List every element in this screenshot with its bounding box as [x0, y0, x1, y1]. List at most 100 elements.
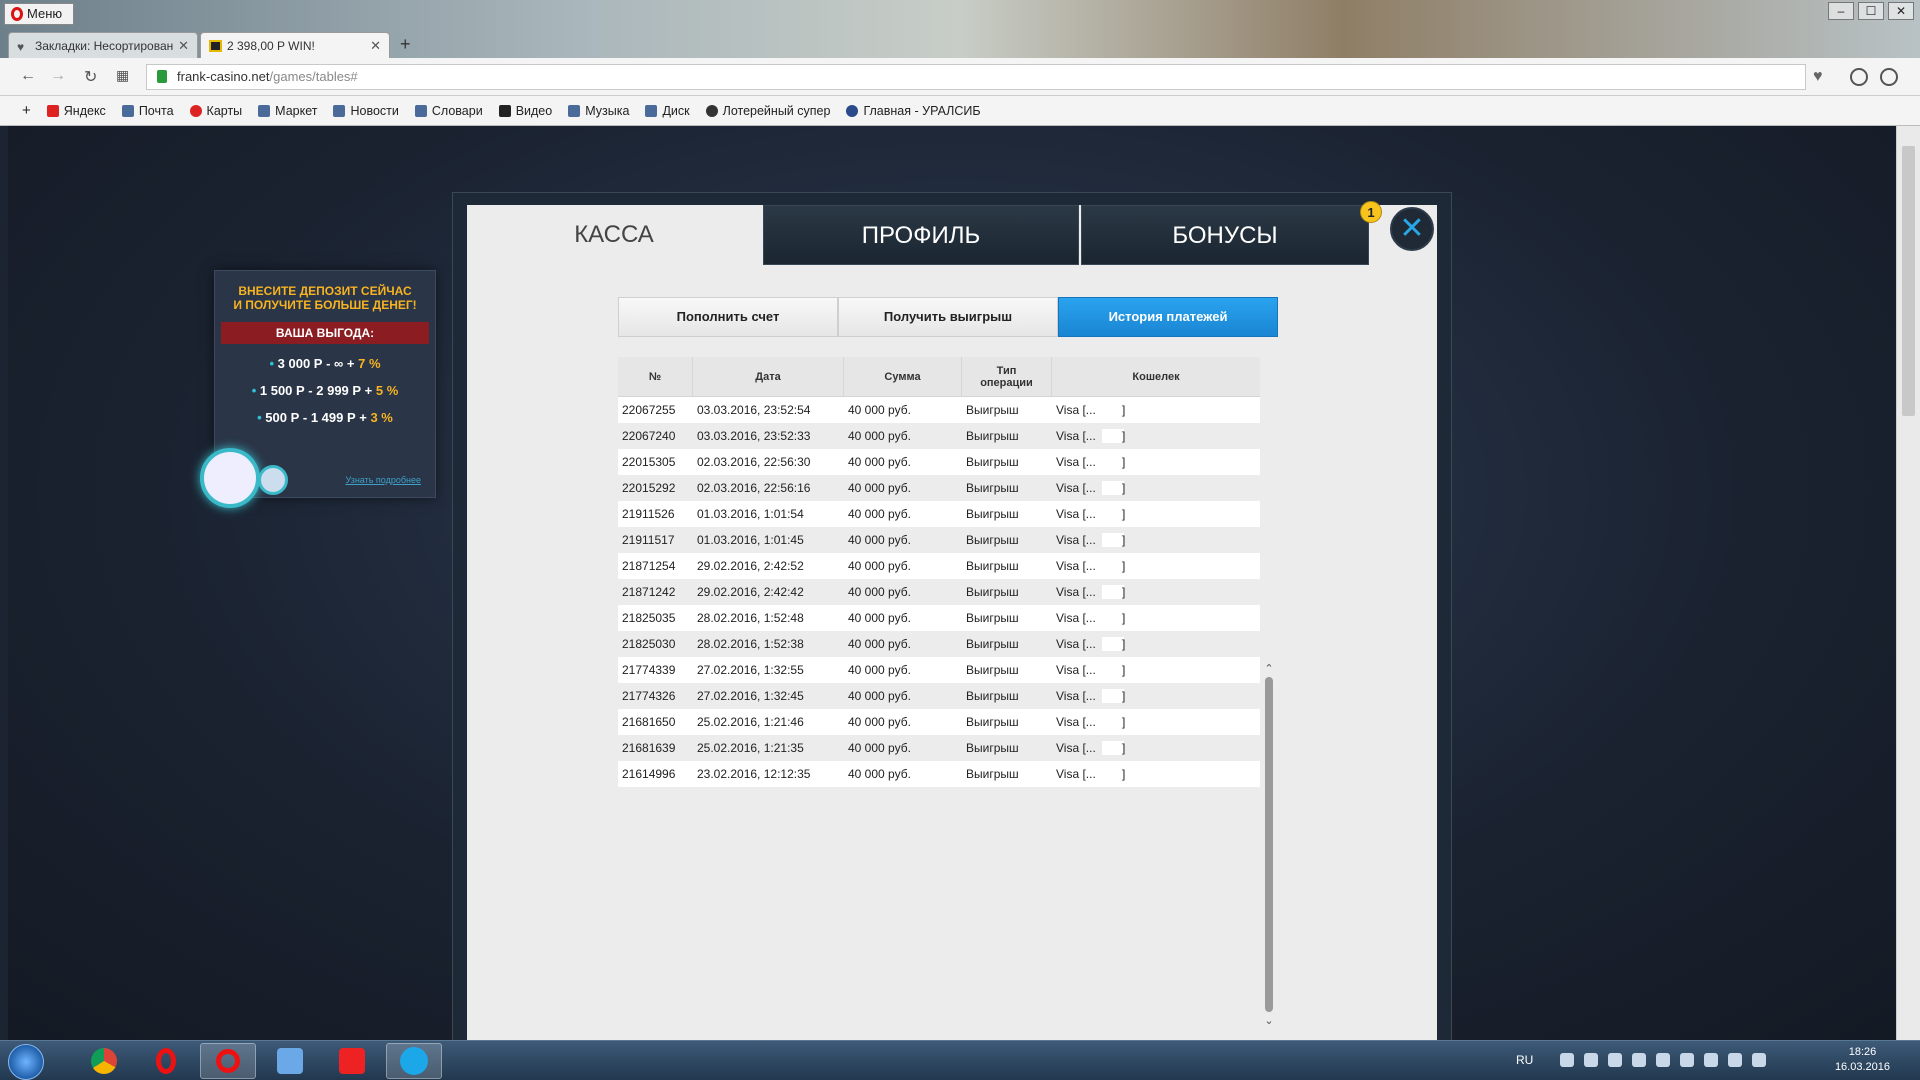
wallet-bracket: ] [1122, 507, 1126, 521]
download-icon[interactable] [1850, 68, 1868, 86]
cell-type: Выигрыш [962, 741, 1052, 755]
cell-number-text: 21871254 [622, 559, 676, 573]
start-button[interactable] [8, 1044, 44, 1080]
add-bookmark-icon[interactable]: + [22, 102, 31, 119]
browser-tab-casino[interactable]: 2 398,00 P WIN! ✕ [200, 32, 390, 58]
tray-app-icon[interactable] [1608, 1053, 1622, 1067]
cell-number-text: 22067240 [622, 429, 676, 443]
cell-number: 22067240 [618, 429, 693, 443]
video-icon [498, 104, 511, 117]
cell-date: 01.03.2016, 1:01:45 [693, 533, 844, 547]
tab-bonuses[interactable]: БОНУСЫ [1081, 205, 1369, 265]
opera-taskbar-icon[interactable] [138, 1043, 194, 1079]
tab-kassa[interactable]: КАССА [467, 205, 761, 265]
cell-date: 25.02.2016, 1:21:46 [693, 715, 844, 729]
page-scrollbar-thumb[interactable] [1902, 146, 1915, 416]
tray-app-icon[interactable] [1704, 1053, 1718, 1067]
bookmark-item[interactable]: Новости [333, 104, 399, 118]
speed-dial-grid-icon[interactable]: ▦ [116, 67, 129, 84]
cell-number-text: 21825030 [622, 637, 676, 651]
yandex-taskbar-icon[interactable] [324, 1043, 380, 1079]
bonus-count-badge: 1 [1360, 201, 1382, 223]
column-header-amount: Сумма [844, 357, 962, 396]
cell-wallet: Visa [...] [1052, 585, 1260, 599]
language-indicator[interactable]: RU [1516, 1053, 1533, 1067]
cell-amount-text: 40 000 руб. [848, 689, 911, 703]
payment-history-subtab[interactable]: История платежей [1058, 297, 1278, 337]
news-icon [333, 104, 346, 117]
tray-app-icon[interactable] [1680, 1053, 1694, 1067]
cell-type: Выигрыш [962, 611, 1052, 625]
bookmark-item[interactable]: Видео [498, 104, 552, 118]
back-arrow-icon[interactable]: ← [20, 67, 36, 85]
scroll-up-icon[interactable]: ⌃ [1263, 662, 1275, 675]
cell-wallet: Visa [...] [1052, 559, 1260, 573]
heart-bookmark-icon[interactable]: ♥ [1813, 68, 1831, 86]
browser-tab-bookmarks[interactable]: ♥ Закладки: Несортирован ✕ [8, 32, 198, 58]
network-icon[interactable] [1728, 1053, 1742, 1067]
tray-app-icon[interactable] [1632, 1053, 1646, 1067]
table-row: 21681650 25.02.2016, 1:21:46 40 000 руб. Вы… [618, 709, 1260, 735]
bookmark-item[interactable]: Музыка [568, 104, 629, 118]
browser-menu-button[interactable]: Меню [4, 3, 74, 25]
cell-amount-text: 40 000 руб. [848, 767, 911, 781]
tray-clock[interactable]: 18:26 16.03.2016 [1835, 1045, 1890, 1075]
redaction-block [1102, 637, 1124, 651]
cell-wallet: Visa [...] [1052, 403, 1260, 417]
cell-type-text: Выигрыш [966, 767, 1019, 781]
cell-amount: 40 000 руб. [844, 481, 962, 495]
bookmark-item[interactable]: Маркет [258, 104, 317, 118]
url-field[interactable]: frank-casino.net/games/tables# [146, 64, 1806, 90]
close-tab-icon[interactable]: ✕ [370, 38, 381, 54]
bookmark-item[interactable]: Почта [121, 104, 174, 118]
cell-type-text: Выигрыш [966, 533, 1019, 547]
bookmark-item[interactable]: Карты [189, 104, 242, 118]
reload-icon[interactable]: ↻ [84, 67, 97, 87]
tray-app-icon[interactable] [1656, 1053, 1670, 1067]
bookmark-item[interactable]: Диск [645, 104, 690, 118]
close-modal-button[interactable]: ✕ [1390, 207, 1434, 251]
maximize-button[interactable]: ☐ [1858, 2, 1884, 20]
market-icon [258, 104, 271, 117]
cell-wallet-text: Visa [... [1056, 585, 1096, 599]
minimize-button[interactable]: ‒ [1828, 2, 1854, 20]
opera-active-taskbar-icon[interactable] [200, 1043, 256, 1079]
bookmark-item[interactable]: Лотерейный супер [705, 104, 830, 118]
cell-date: 03.03.2016, 23:52:54 [693, 403, 844, 417]
cell-type-text: Выигрыш [966, 481, 1019, 495]
bookmark-item[interactable]: Словари [414, 104, 483, 118]
skype-taskbar-icon[interactable] [386, 1043, 442, 1079]
forward-arrow-icon[interactable]: → [50, 67, 66, 85]
deposit-subtab[interactable]: Пополнить счет [618, 297, 838, 337]
cell-wallet: Visa [...] [1052, 637, 1260, 651]
cell-amount-text: 40 000 руб. [848, 611, 911, 625]
tray-app-icon[interactable] [1560, 1053, 1574, 1067]
page-scrollbar[interactable] [1896, 126, 1920, 1040]
bookmark-item[interactable]: Главная - УРАЛСИБ [846, 104, 981, 118]
chrome-taskbar-icon[interactable] [76, 1043, 132, 1079]
table-row: 21614996 23.02.2016, 12:12:35 40 000 руб. В… [618, 761, 1260, 787]
close-window-button[interactable]: ✕ [1888, 2, 1914, 20]
scroll-down-icon[interactable]: ⌄ [1263, 1014, 1275, 1027]
cell-date-text: 28.02.2016, 1:52:38 [697, 637, 804, 651]
table-scroll-thumb[interactable] [1265, 677, 1273, 1012]
account-icon[interactable] [1880, 68, 1898, 86]
new-tab-button[interactable]: + [400, 34, 411, 58]
redaction-block [1102, 767, 1124, 781]
withdraw-subtab[interactable]: Получить выигрыш [838, 297, 1058, 337]
wallet-bracket: ] [1122, 533, 1126, 547]
bookmark-item[interactable]: Яндекс [46, 104, 106, 118]
wallet-bracket: ] [1122, 455, 1126, 469]
volume-icon[interactable] [1752, 1053, 1766, 1067]
tab-profile[interactable]: ПРОФИЛЬ [763, 205, 1079, 265]
bookmarks-bar: + Яндекс Почта Карты Маркет Новости Слов… [0, 96, 1920, 126]
table-scrollbar[interactable]: ⌃ ⌄ [1263, 662, 1275, 1027]
close-tab-icon[interactable]: ✕ [178, 38, 189, 54]
cell-type: Выигрыш [962, 663, 1052, 677]
table-scroll-track[interactable] [1265, 677, 1273, 1012]
speaker-taskbar-icon[interactable] [262, 1043, 318, 1079]
cell-wallet-text: Visa [... [1056, 767, 1096, 781]
cell-amount-text: 40 000 руб. [848, 663, 911, 677]
promo-more-link[interactable]: Узнать подробнее [345, 475, 421, 485]
tray-app-icon[interactable] [1584, 1053, 1598, 1067]
